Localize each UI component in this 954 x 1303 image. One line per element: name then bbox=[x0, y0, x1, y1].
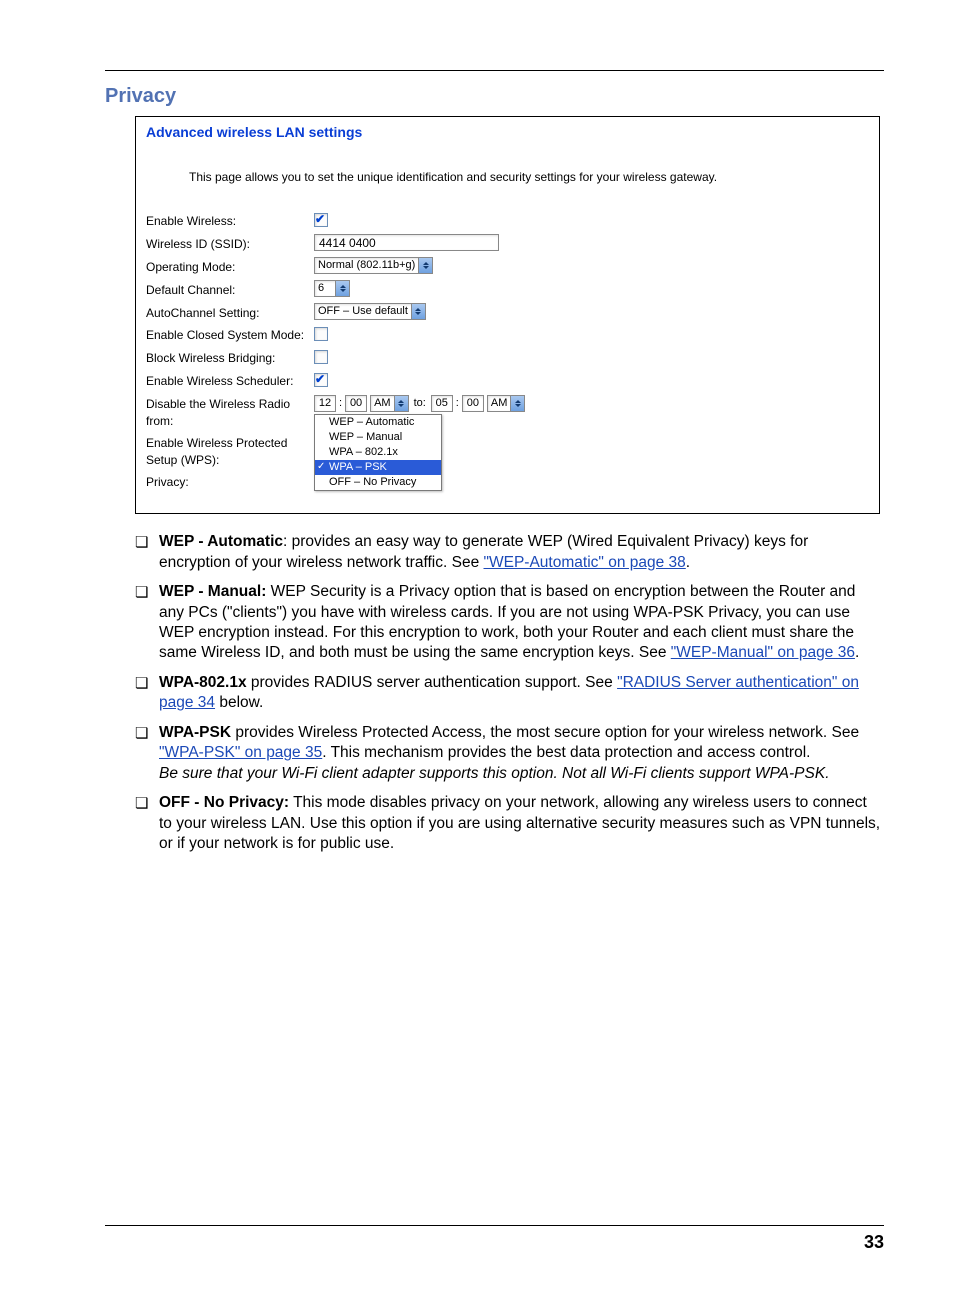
label-op-mode: Operating Mode: bbox=[146, 257, 314, 276]
checkbox-closed-mode[interactable] bbox=[314, 327, 328, 341]
checkbox-block-bridging[interactable] bbox=[314, 350, 328, 364]
input-min-2[interactable]: 00 bbox=[462, 395, 484, 412]
settings-panel: Advanced wireless LAN settings This page… bbox=[135, 116, 880, 514]
privacy-menu[interactable]: WEP – Automatic WEP – Manual WPA – 802.1… bbox=[314, 414, 442, 491]
label-enable-wireless: Enable Wireless: bbox=[146, 211, 314, 230]
menu-item[interactable]: WEP – Automatic bbox=[315, 415, 441, 430]
spinner-icon bbox=[411, 304, 425, 319]
bullet-bold: WPA-PSK bbox=[159, 724, 231, 741]
checkbox-scheduler[interactable] bbox=[314, 373, 328, 387]
select-channel[interactable]: 6 bbox=[314, 280, 350, 297]
label-radio-from: Disable the Wireless Radio from: bbox=[146, 394, 314, 430]
spinner-icon bbox=[394, 396, 408, 411]
colon: : bbox=[339, 396, 342, 411]
cross-ref-link[interactable]: "WPA-PSK" on page 35 bbox=[159, 744, 322, 761]
panel-intro: This page allows you to set the unique i… bbox=[189, 169, 871, 186]
colon: : bbox=[456, 396, 459, 411]
panel-title: Advanced wireless LAN settings bbox=[146, 123, 871, 143]
label-wps: Enable Wireless Protected Setup (WPS): bbox=[146, 433, 314, 469]
spinner-icon bbox=[418, 258, 432, 273]
select-op-mode[interactable]: Normal (802.11b+g) bbox=[314, 257, 433, 274]
input-min-1[interactable]: 00 bbox=[345, 395, 367, 412]
menu-item[interactable]: WEP – Manual bbox=[315, 430, 441, 445]
bullet-item: OFF - No Privacy: This mode disables pri… bbox=[135, 793, 884, 854]
bullet-list: WEP - Automatic: provides an easy way to… bbox=[105, 532, 884, 854]
label-scheduler: Enable Wireless Scheduler: bbox=[146, 371, 314, 390]
menu-item[interactable]: OFF – No Privacy bbox=[315, 475, 441, 490]
spinner-icon bbox=[510, 396, 524, 411]
menu-item[interactable]: WPA – 802.1x bbox=[315, 445, 441, 460]
select-ampm-1[interactable]: AM bbox=[370, 395, 409, 412]
italic-note: Be sure that your Wi-Fi client adapter s… bbox=[159, 764, 884, 784]
bullet-bold: WEP - Automatic bbox=[159, 533, 283, 550]
input-ssid[interactable]: 4414 0400 bbox=[314, 234, 499, 251]
bullet-item: WPA-PSK provides Wireless Protected Acce… bbox=[135, 723, 884, 784]
checkbox-enable-wireless[interactable] bbox=[314, 213, 328, 227]
label-ssid: Wireless ID (SSID): bbox=[146, 234, 314, 253]
input-hour-1[interactable]: 12 bbox=[314, 395, 336, 412]
section-heading: Privacy bbox=[105, 85, 884, 108]
bullet-bold: WPA-802.1x bbox=[159, 674, 247, 691]
label-block-bridging: Block Wireless Bridging: bbox=[146, 348, 314, 367]
bullet-bold: WEP - Manual: bbox=[159, 583, 266, 600]
label-closed-mode: Enable Closed System Mode: bbox=[146, 325, 314, 344]
label-channel: Default Channel: bbox=[146, 280, 314, 299]
label-autochannel: AutoChannel Setting: bbox=[146, 303, 314, 322]
top-rule bbox=[105, 70, 884, 71]
label-privacy: Privacy: bbox=[146, 472, 314, 491]
cross-ref-link[interactable]: "RADIUS Server authentication" on page 3… bbox=[159, 674, 859, 711]
bullet-bold: OFF - No Privacy: bbox=[159, 794, 289, 811]
cross-ref-link[interactable]: "WEP-Manual" on page 36 bbox=[671, 644, 855, 661]
spinner-icon bbox=[335, 281, 349, 296]
select-autochannel[interactable]: OFF – Use default bbox=[314, 303, 426, 320]
input-hour-2[interactable]: 05 bbox=[431, 395, 453, 412]
cross-ref-link[interactable]: "WEP-Automatic" on page 38 bbox=[484, 554, 686, 571]
menu-item-selected[interactable]: WPA – PSK bbox=[315, 460, 441, 475]
bottom-rule bbox=[105, 1225, 884, 1226]
bullet-item: WEP - Manual: WEP Security is a Privacy … bbox=[135, 582, 884, 664]
to-label: to: bbox=[414, 396, 426, 411]
bullet-item: WPA-802.1x provides RADIUS server authen… bbox=[135, 673, 884, 714]
select-ampm-2[interactable]: AM bbox=[487, 395, 526, 412]
bullet-item: WEP - Automatic: provides an easy way to… bbox=[135, 532, 884, 573]
